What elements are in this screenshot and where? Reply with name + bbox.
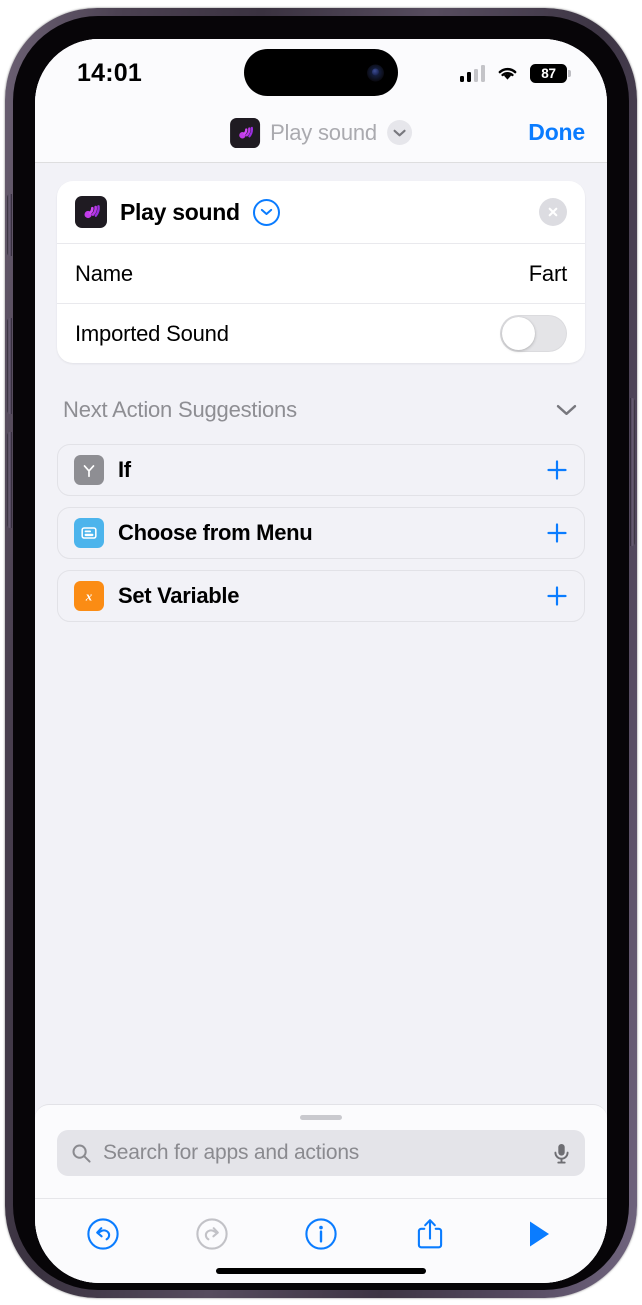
volume-up-button[interactable] <box>7 318 12 414</box>
suggestions-title: Next Action Suggestions <box>63 397 297 422</box>
search-input[interactable]: Search for apps and actions <box>57 1130 585 1176</box>
volume-down-button[interactable] <box>7 432 12 528</box>
imported-sound-toggle[interactable] <box>500 315 567 352</box>
suggestion-row-set-variable[interactable]: x Set Variable <box>57 570 585 622</box>
name-row-value[interactable]: Fart <box>529 261 568 287</box>
power-button[interactable] <box>630 398 635 546</box>
phone-screen: 14:01 87 Play sound Done Play sound Name… <box>35 39 607 1283</box>
plus-icon[interactable] <box>546 585 568 607</box>
chevron-down-circle-icon[interactable] <box>252 198 280 226</box>
suggestion-label: Set Variable <box>118 583 240 608</box>
name-row-label: Name <box>75 260 133 286</box>
undo-icon <box>87 1217 120 1250</box>
bottom-panel: Search for apps and actions <box>35 1104 607 1283</box>
cellular-signal-icon <box>459 64 485 82</box>
status-time: 14:01 <box>77 58 142 87</box>
suggestion-row-if[interactable]: If <box>57 444 585 496</box>
suggestion-label: Choose from Menu <box>118 520 313 545</box>
content-area: Play sound Name Fart Imported Sound Next… <box>35 163 607 1104</box>
imported-sound-row-label: Imported Sound <box>75 320 229 346</box>
branch-icon <box>74 455 104 485</box>
status-bar: 14:01 87 <box>35 39 607 103</box>
bottom-toolbar <box>35 1198 607 1268</box>
status-indicators: 87 <box>459 63 571 83</box>
nav-title-text: Play sound <box>270 119 377 145</box>
chevron-down-icon[interactable] <box>386 120 412 145</box>
battery-level-text: 87 <box>541 65 556 81</box>
done-button[interactable]: Done <box>528 119 585 146</box>
play-sound-app-icon <box>230 117 261 148</box>
home-indicator <box>216 1268 426 1274</box>
chevron-down-icon[interactable] <box>556 404 577 416</box>
search-icon <box>72 1144 91 1163</box>
action-card-header[interactable]: Play sound <box>57 181 585 243</box>
play-sound-app-icon <box>75 196 107 228</box>
redo-button[interactable] <box>184 1206 240 1262</box>
suggestions-header[interactable]: Next Action Suggestions <box>57 387 585 433</box>
play-icon <box>529 1221 549 1246</box>
dynamic-island <box>244 49 398 96</box>
suggestion-row-choose-from-menu[interactable]: Choose from Menu <box>57 507 585 559</box>
plus-icon[interactable] <box>546 522 568 544</box>
svg-text:x: x <box>85 589 93 604</box>
action-card: Play sound Name Fart Imported Sound <box>57 181 585 363</box>
shortcuts-app: 14:01 87 Play sound Done Play sound Name… <box>35 39 607 1283</box>
battery-icon: 87 <box>530 63 571 83</box>
share-button[interactable] <box>402 1206 458 1262</box>
search-placeholder: Search for apps and actions <box>103 1141 360 1164</box>
info-icon <box>305 1217 337 1250</box>
info-button[interactable] <box>293 1206 349 1262</box>
action-card-title: Play sound <box>120 198 240 225</box>
plus-icon[interactable] <box>546 459 568 481</box>
undo-button[interactable] <box>75 1206 131 1262</box>
drag-handle[interactable] <box>300 1115 342 1120</box>
suggestion-label: If <box>118 457 131 482</box>
variable-x-icon: x <box>74 581 104 611</box>
table-row[interactable]: Name Fart <box>57 244 585 303</box>
menu-list-icon <box>74 518 104 548</box>
microphone-icon[interactable] <box>552 1142 571 1165</box>
table-row: Imported Sound <box>57 304 585 363</box>
nav-title-group[interactable]: Play sound <box>230 117 412 148</box>
front-camera-icon <box>367 64 384 81</box>
close-circle-icon[interactable] <box>539 198 567 226</box>
redo-icon <box>196 1217 228 1250</box>
wifi-icon <box>498 67 517 80</box>
action-button[interactable] <box>7 194 12 256</box>
share-icon <box>417 1218 442 1248</box>
navigation-header: Play sound Done <box>35 103 607 163</box>
play-button[interactable] <box>511 1206 567 1262</box>
phone-frame: 14:01 87 Play sound Done Play sound Name… <box>5 8 637 1298</box>
